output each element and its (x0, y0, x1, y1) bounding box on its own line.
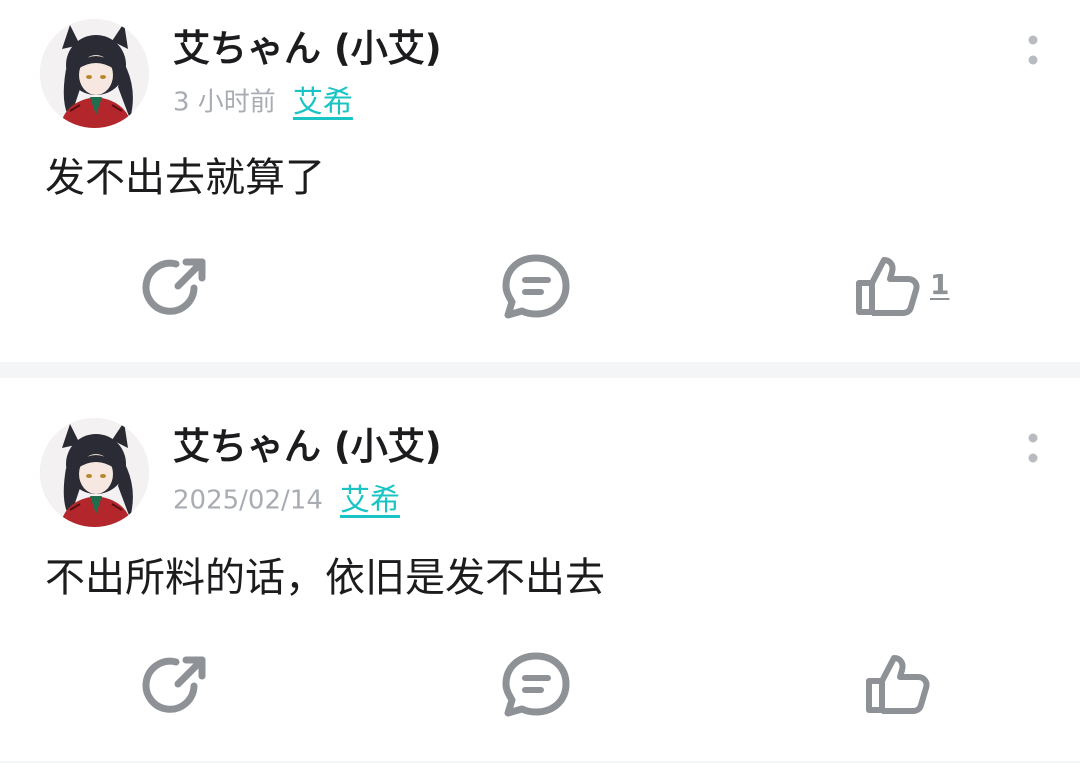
avatar[interactable] (40, 19, 149, 128)
topic-link[interactable]: 艾希 (340, 483, 400, 518)
topic-link[interactable]: 艾希 (293, 85, 353, 120)
comment-icon (502, 254, 570, 319)
thumbs-up-icon (856, 257, 920, 316)
like-count[interactable]: 1 (930, 268, 949, 301)
share-icon (142, 258, 206, 315)
post-card: 艾ちゃん (小艾) 3 小时前 艾希 发不出去就算了 1 (0, 0, 1080, 362)
post-meta: 2025/02/14 艾希 (173, 480, 400, 520)
comment-icon (502, 652, 570, 717)
timestamp: 3 小时前 (173, 87, 276, 118)
username[interactable]: 艾ちゃん (小艾) (173, 424, 442, 470)
post-separator (0, 362, 1080, 378)
username[interactable]: 艾ちゃん (小艾) (173, 26, 442, 72)
more-vertical-icon[interactable] (1018, 30, 1048, 70)
comment-button[interactable] (498, 648, 574, 720)
like-button[interactable]: 1 (852, 250, 949, 322)
comment-button[interactable] (498, 250, 574, 322)
post-card: 艾ちゃん (小艾) 2025/02/14 艾希 不出所料的话，依旧是发不出去 (0, 378, 1080, 763)
post-text: 不出所料的话，依旧是发不出去 (45, 555, 605, 601)
share-button[interactable] (142, 648, 214, 720)
post-meta: 3 小时前 艾希 (173, 82, 353, 122)
share-button[interactable] (142, 250, 214, 322)
avatar[interactable] (40, 418, 149, 527)
post-text: 发不出去就算了 (45, 155, 325, 201)
share-icon (142, 656, 206, 713)
like-button[interactable] (862, 648, 934, 720)
timestamp: 2025/02/14 (173, 485, 323, 516)
thumbs-up-icon (866, 655, 930, 714)
more-vertical-icon[interactable] (1018, 428, 1048, 468)
